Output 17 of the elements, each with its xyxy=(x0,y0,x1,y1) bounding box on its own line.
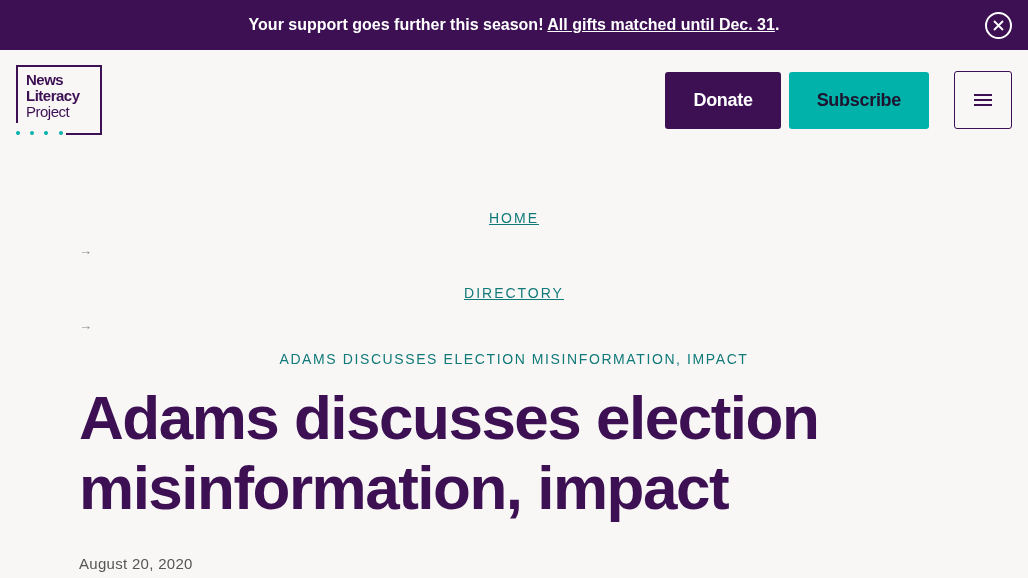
logo-text[interactable]: News Literacy Project xyxy=(26,72,80,120)
breadcrumb-current: ADAMS DISCUSSES ELECTION MISINFORMATION, IMPACT xyxy=(279,350,749,369)
menu-icon xyxy=(973,93,993,107)
breadcrumb-separator: → xyxy=(79,316,92,335)
article-date: August 20, 2020 xyxy=(79,554,194,574)
breadcrumb-link[interactable]: DIRECTORY xyxy=(464,282,564,304)
close-button[interactable] xyxy=(985,12,1012,39)
banner-text: Your support goes further this season! All gifts matched until Dec. 31. xyxy=(248,15,780,35)
donate-button[interactable]: Donate xyxy=(665,71,781,129)
breadcrumb-separator: → xyxy=(79,242,92,260)
banner-link[interactable]: All gifts matched until Dec. 31 xyxy=(547,16,775,33)
close-icon xyxy=(993,20,1004,31)
subscribe-button[interactable]: Subscribe xyxy=(788,71,929,129)
article-title: Adams discusses election misinformation, impact xyxy=(79,383,820,523)
menu-button[interactable] xyxy=(954,71,1012,129)
logo-frame-icon xyxy=(16,65,102,137)
breadcrumb-link[interactable]: HOME xyxy=(489,208,539,229)
